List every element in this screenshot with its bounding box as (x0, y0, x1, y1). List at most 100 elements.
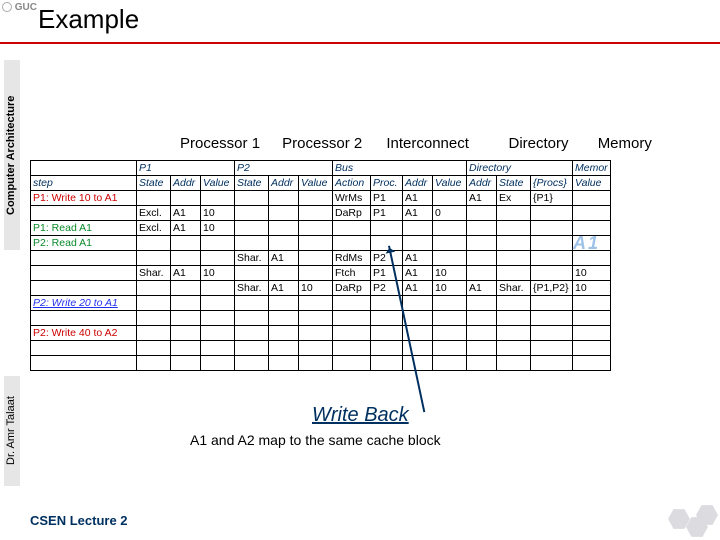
cell-p2-value (299, 266, 333, 281)
writeback-title: Write Back (312, 404, 409, 427)
cell-p2-addr (269, 266, 299, 281)
cell-step: P1: Write 10 to A1 (31, 191, 137, 206)
cell-dir-state (497, 236, 531, 251)
cell-bus-action (333, 221, 371, 236)
hdr-dir-procs: {Procs} (531, 176, 573, 191)
cell-dir-addr (467, 266, 497, 281)
cell-bus-action (333, 356, 371, 371)
cell-p2-value (299, 206, 333, 221)
cell-bus-addr: A1 (403, 266, 433, 281)
cell-dir-state: Ex (497, 191, 531, 206)
cell-bus-addr (403, 341, 433, 356)
cell-bus-addr: A1 (403, 206, 433, 221)
cell-dir-state (497, 296, 531, 311)
cell-p1-state (137, 236, 171, 251)
cell-bus-value: 0 (433, 206, 467, 221)
cell-p1-state (137, 296, 171, 311)
cell-bus-value (433, 326, 467, 341)
cell-dir-addr (467, 311, 497, 326)
cell-p2-state (235, 296, 269, 311)
cell-p1-addr (171, 236, 201, 251)
writeback-note: A1 and A2 map to the same cache block (190, 432, 441, 448)
cell-p2-state (235, 266, 269, 281)
cell-bus-action: WrMs (333, 191, 371, 206)
cell-p2-state (235, 236, 269, 251)
cell-bus-addr (403, 356, 433, 371)
cell-p1-state (137, 281, 171, 296)
cell-p1-state (137, 191, 171, 206)
cell-p2-state (235, 206, 269, 221)
cell-p2-value (299, 326, 333, 341)
cell-p2-state: Shar. (235, 281, 269, 296)
cell-p1-addr (171, 341, 201, 356)
cell-step: P1: Read A1 (31, 221, 137, 236)
cell-p1-value (201, 296, 235, 311)
hdr-p1-state: State (137, 176, 171, 191)
hdr-mem-value: Value (573, 176, 611, 191)
logo-icon (2, 2, 12, 12)
cell-p1-state (137, 251, 171, 266)
cell-bus-action: RdMs (333, 251, 371, 266)
hdr-p1: P1 (137, 161, 235, 176)
cell-p2-state (235, 341, 269, 356)
cell-step (31, 356, 137, 371)
cell-step (31, 311, 137, 326)
cell-p2-addr (269, 221, 299, 236)
cell-dir-addr (467, 236, 497, 251)
table-row (31, 341, 611, 356)
cell-bus-proc (371, 311, 403, 326)
cell-p1-state: Excl. (137, 221, 171, 236)
cell-bus-value (433, 311, 467, 326)
hdr-mem: Memor (573, 161, 611, 176)
table-row: P1: Write 10 to A1WrMsP1A1A1Ex{P1} (31, 191, 611, 206)
label-interconnect: Interconnect (386, 135, 504, 152)
label-directory: Directory (509, 135, 594, 152)
cell-bus-value: 10 (433, 281, 467, 296)
cell-bus-addr (403, 296, 433, 311)
cell-bus-value (433, 356, 467, 371)
cell-p2-value (299, 311, 333, 326)
cell-bus-value: 10 (433, 266, 467, 281)
cell-dir-procs (531, 206, 573, 221)
cell-bus-proc (371, 356, 403, 371)
cell-dir-addr (467, 221, 497, 236)
hdr-dir-state: State (497, 176, 531, 191)
cell-dir-addr (467, 341, 497, 356)
slide-title: Example (38, 4, 139, 35)
cell-dir-addr (467, 356, 497, 371)
annotation-a1: A1 (573, 233, 600, 254)
cell-p2-value (299, 296, 333, 311)
cell-bus-value (433, 191, 467, 206)
cell-p2-state: Shar. (235, 251, 269, 266)
cell-mem-value (573, 206, 611, 221)
table-header-groups: P1 P2 Bus Directory Memor (31, 161, 611, 176)
table-row: P1: Read A1Excl.A110 (31, 221, 611, 236)
cell-p1-addr: A1 (171, 221, 201, 236)
cell-bus-proc: P1 (371, 191, 403, 206)
cell-p2-value (299, 341, 333, 356)
cell-mem-value (573, 191, 611, 206)
cell-dir-procs (531, 266, 573, 281)
cell-bus-action: DaRp (333, 281, 371, 296)
hdr-bus-value: Value (433, 176, 467, 191)
cell-p2-addr: A1 (269, 251, 299, 266)
cell-bus-action (333, 311, 371, 326)
cell-p1-state (137, 311, 171, 326)
cell-dir-state (497, 311, 531, 326)
cell-p1-value (201, 311, 235, 326)
cell-step: P2: Write 20 to A1 (31, 296, 137, 311)
cell-mem-value (573, 326, 611, 341)
cell-p2-state (235, 356, 269, 371)
cell-p1-value: 10 (201, 266, 235, 281)
label-processor2: Processor 2 (282, 135, 382, 152)
cell-p1-value: 10 (201, 206, 235, 221)
hdr-step: step (31, 176, 137, 191)
cell-p2-value (299, 191, 333, 206)
cell-step: P2: Read A1 (31, 236, 137, 251)
cell-step: P2: Write 40 to A2 (31, 326, 137, 341)
cell-bus-value (433, 296, 467, 311)
cell-dir-procs (531, 221, 573, 236)
cell-dir-procs (531, 236, 573, 251)
cell-p2-state (235, 221, 269, 236)
cell-p2-state (235, 191, 269, 206)
